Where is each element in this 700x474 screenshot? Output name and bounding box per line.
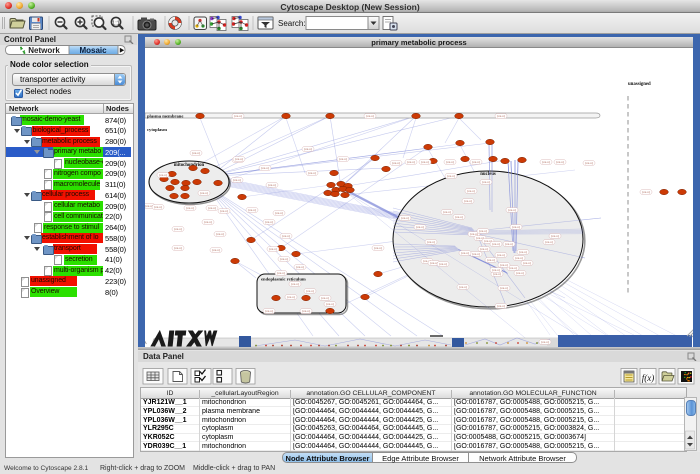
svg-text:(xx-x): (xx-x) [497, 114, 505, 118]
svg-text:(xx-x): (xx-x) [174, 227, 182, 231]
svg-text:(xx-x): (xx-x) [235, 157, 243, 161]
svg-text:(xx-x): (xx-x) [455, 215, 463, 219]
svg-text:(xx-x): (xx-x) [461, 251, 469, 255]
svg-text:plasma membrane: plasma membrane [147, 114, 183, 119]
svg-text:nucleus: nucleus [480, 172, 496, 177]
svg-text:(xx-x): (xx-x) [505, 242, 513, 246]
svg-text:(xx-x): (xx-x) [464, 199, 472, 203]
svg-text:(xx-x): (xx-x) [277, 271, 285, 275]
svg-text:cytoplasm: cytoplasm [147, 127, 167, 132]
svg-text:(xx-x): (xx-x) [296, 265, 304, 269]
svg-text:(xx-x): (xx-x) [321, 296, 329, 300]
svg-text:1:1: 1:1 [112, 20, 120, 26]
svg-text:(xx-x): (xx-x) [542, 160, 550, 164]
svg-text:(xx-x): (xx-x) [439, 262, 447, 266]
svg-text:(xx-x): (xx-x) [500, 263, 508, 267]
svg-text:(xx-x): (xx-x) [308, 171, 316, 175]
svg-text:(xx-x): (xx-x) [508, 208, 516, 212]
svg-text:(xx-x): (xx-x) [541, 340, 549, 344]
svg-text:f(x): f(x) [642, 373, 655, 383]
svg-text:(xx-x): (xx-x) [497, 304, 505, 308]
svg-text:(xx-x): (xx-x) [492, 268, 500, 272]
svg-text:(xx-x): (xx-x) [472, 252, 480, 256]
svg-text:(xx-x): (xx-x) [269, 247, 277, 251]
svg-text:(xx-x): (xx-x) [248, 208, 256, 212]
svg-text:(xx-x): (xx-x) [427, 240, 435, 244]
svg-text:(xx-x): (xx-x) [287, 295, 295, 299]
svg-text:(xx-x): (xx-x) [212, 248, 220, 252]
svg-text:(xx-x): (xx-x) [585, 161, 593, 165]
svg-text:(xx-x): (xx-x) [261, 166, 269, 170]
svg-text:(xx-x): (xx-x) [265, 309, 273, 313]
svg-text:(xx-x): (xx-x) [479, 229, 487, 233]
svg-text:(xx-x): (xx-x) [200, 191, 208, 195]
svg-text:(xx-x): (xx-x) [516, 271, 524, 275]
svg-text:(xx-x): (xx-x) [487, 258, 495, 262]
svg-text:(xx-x): (xx-x) [234, 114, 242, 118]
svg-text:(xx-x): (xx-x) [500, 286, 508, 290]
svg-text:(xx-x): (xx-x) [265, 220, 273, 224]
svg-text:(xx-x): (xx-x) [443, 210, 451, 214]
svg-text:(xx-x): (xx-x) [280, 257, 288, 261]
svg-text:(xx-x): (xx-x) [282, 234, 290, 238]
svg-text:(xx-x): (xx-x) [208, 206, 216, 210]
svg-text:(xx-x): (xx-x) [216, 232, 224, 236]
svg-text:(xx-x): (xx-x) [459, 285, 467, 289]
svg-text:(xx-x): (xx-x) [401, 216, 409, 220]
svg-text:(xx-x): (xx-x) [339, 157, 347, 161]
svg-text:(xx-x): (xx-x) [421, 160, 429, 164]
svg-text:(xx-x): (xx-x) [519, 250, 527, 254]
svg-text:(xx-x): (xx-x) [551, 234, 559, 238]
svg-text:(xx-x): (xx-x) [154, 205, 162, 209]
svg-text:(xx-x): (xx-x) [447, 174, 455, 178]
svg-text:(xx-x): (xx-x) [416, 225, 424, 229]
svg-text:(xx-x): (xx-x) [556, 160, 564, 164]
svg-text:(xx-x): (xx-x) [302, 309, 310, 313]
svg-text:(xx-x): (xx-x) [145, 204, 153, 208]
svg-text:(xx-x): (xx-x) [480, 247, 488, 251]
svg-text:Mosaic: Mosaic [79, 45, 107, 54]
svg-text:(xx-x): (xx-x) [523, 261, 531, 265]
svg-text:(xx-x): (xx-x) [492, 242, 500, 246]
svg-text:(xx-x): (xx-x) [204, 220, 212, 224]
svg-text:(xx-x): (xx-x) [472, 160, 480, 164]
svg-text:(xx-x): (xx-x) [512, 225, 520, 229]
svg-text:(xx-x): (xx-x) [497, 253, 505, 257]
svg-text:(xx-x): (xx-x) [493, 272, 501, 276]
svg-text:(xx-x): (xx-x) [326, 302, 334, 306]
svg-text:(xx-x): (xx-x) [192, 151, 200, 155]
svg-text:(xx-x): (xx-x) [159, 173, 167, 177]
svg-text:(xx-x): (xx-x) [509, 266, 517, 270]
svg-text:(xx-x): (xx-x) [430, 261, 438, 265]
svg-text:(xx-x): (xx-x) [268, 183, 276, 187]
svg-text:(xx-x): (xx-x) [291, 282, 299, 286]
svg-text:(xx-x): (xx-x) [304, 147, 312, 151]
svg-text:(xx-x): (xx-x) [446, 160, 454, 164]
svg-text:(xx-x): (xx-x) [407, 160, 415, 164]
svg-text:(xx-x): (xx-x) [374, 246, 382, 250]
svg-text:(xx-x): (xx-x) [642, 190, 650, 194]
svg-text:unassigned: unassigned [628, 82, 651, 87]
svg-text:(xx-x): (xx-x) [174, 246, 182, 250]
svg-text:(xx-x): (xx-x) [233, 178, 241, 182]
svg-text:(xx-x): (xx-x) [366, 114, 374, 118]
svg-text:(xx-x): (xx-x) [306, 289, 314, 293]
svg-text:Search:: Search: [278, 19, 306, 28]
svg-text:endoplasmic reticulum: endoplasmic reticulum [261, 277, 306, 282]
svg-text:(xx-x): (xx-x) [467, 189, 475, 193]
svg-text:(xx-x): (xx-x) [392, 161, 400, 165]
svg-text:(xx-x): (xx-x) [220, 209, 228, 213]
svg-text:(xx-x): (xx-x) [515, 256, 523, 260]
svg-text:Network: Network [28, 45, 60, 54]
svg-text:(xx-x): (xx-x) [545, 240, 553, 244]
svg-text:(xx-x): (xx-x) [482, 180, 490, 184]
svg-text:(xx-x): (xx-x) [275, 211, 283, 215]
svg-text:(xx-x): (xx-x) [186, 206, 194, 210]
